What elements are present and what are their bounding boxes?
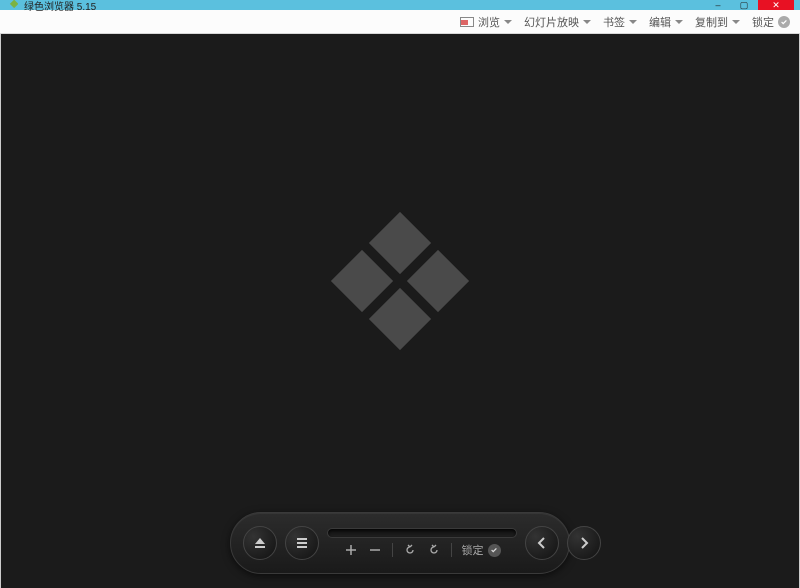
close-button[interactable]: ✕ (758, 0, 794, 10)
separator (451, 543, 452, 557)
title-bar-left: 绿色浏览器 5.15 (6, 0, 96, 13)
chevron-down-icon (629, 20, 637, 24)
copyto-label: 复制到 (695, 14, 728, 30)
browse-icon (460, 17, 474, 27)
zoom-in-button[interactable] (344, 543, 358, 557)
control-bar: 锁定 (230, 512, 570, 574)
separator (392, 543, 393, 557)
check-icon (778, 16, 790, 28)
placeholder-logo (340, 221, 460, 341)
maximize-button[interactable]: ▢ (732, 0, 756, 10)
app-title: 绿色浏览器 5.15 (24, 0, 96, 13)
chevron-down-icon (583, 20, 591, 24)
lock-mini-toggle[interactable]: 锁定 (462, 542, 501, 558)
rotate-left-button[interactable] (403, 543, 417, 557)
next-button[interactable] (567, 526, 601, 560)
chevron-down-icon (732, 20, 740, 24)
app-icon (6, 0, 18, 11)
minimize-button[interactable]: – (706, 0, 730, 10)
lock-mini-label: 锁定 (462, 542, 484, 558)
slideshow-label: 幻灯片放映 (524, 14, 579, 30)
image-viewer: 锁定 (0, 34, 800, 588)
bookmark-menu[interactable]: 书签 (603, 14, 637, 30)
mini-controls: 锁定 (344, 542, 501, 558)
bookmark-label: 书签 (603, 14, 625, 30)
check-icon (488, 544, 501, 557)
lock-toggle[interactable]: 锁定 (752, 14, 790, 30)
eject-button[interactable] (243, 526, 277, 560)
title-bar: 绿色浏览器 5.15 – ▢ ✕ (0, 0, 800, 10)
browse-label: 浏览 (478, 14, 500, 30)
center-controls: 锁定 (327, 528, 517, 558)
prev-button[interactable] (525, 526, 559, 560)
edit-menu[interactable]: 编辑 (649, 14, 683, 30)
menu-button[interactable] (285, 526, 319, 560)
copyto-menu[interactable]: 复制到 (695, 14, 740, 30)
chevron-down-icon (675, 20, 683, 24)
rotate-right-button[interactable] (427, 543, 441, 557)
toolbar: 浏览 幻灯片放映 书签 编辑 复制到 锁定 (0, 10, 800, 34)
edit-label: 编辑 (649, 14, 671, 30)
slideshow-menu[interactable]: 幻灯片放映 (524, 14, 591, 30)
zoom-out-button[interactable] (368, 543, 382, 557)
browse-menu[interactable]: 浏览 (460, 14, 512, 30)
window-controls: – ▢ ✕ (706, 0, 794, 10)
zoom-slider[interactable] (327, 528, 517, 538)
chevron-down-icon (504, 20, 512, 24)
lock-label: 锁定 (752, 14, 774, 30)
